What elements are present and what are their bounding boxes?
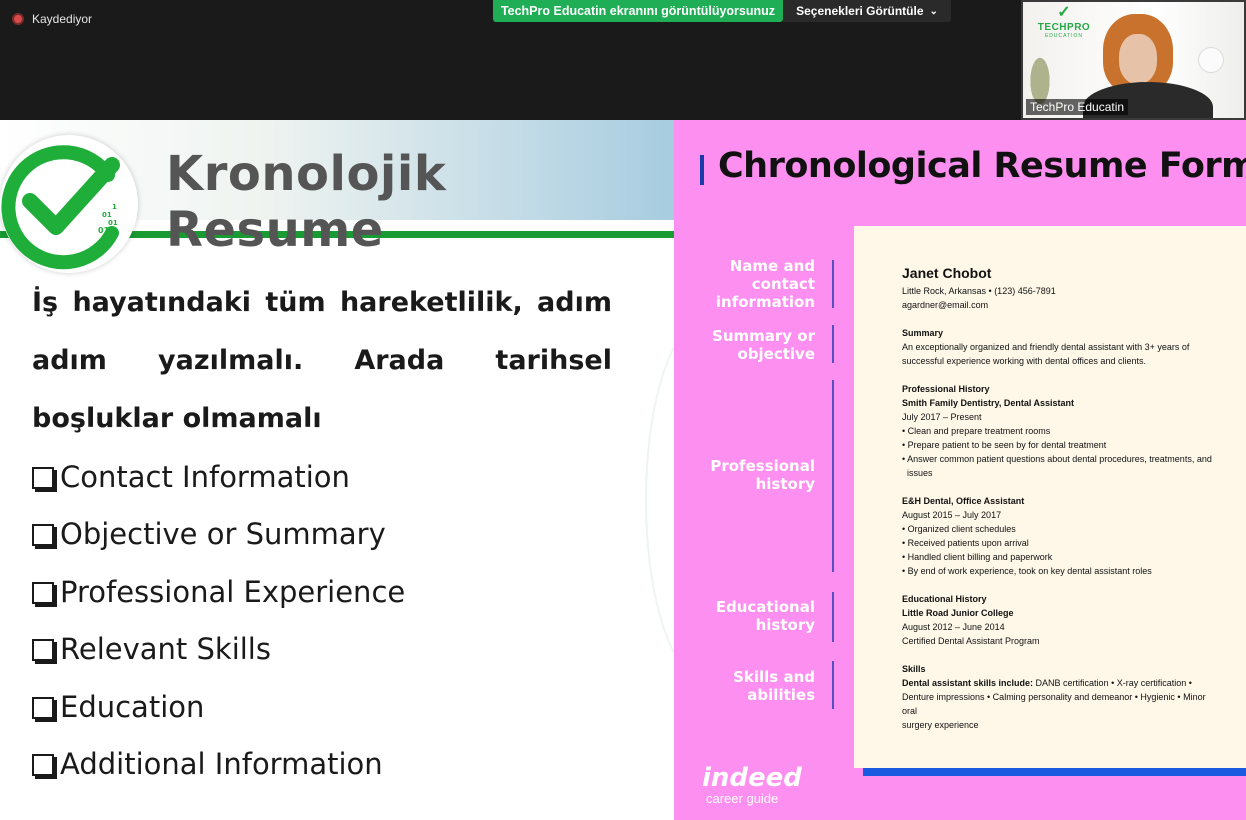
checkbox-icon [32, 696, 54, 719]
checklist-item: Objective or Summary [32, 506, 632, 564]
section-label-professional: Professional history [710, 457, 815, 493]
check-icon: ✓ [1057, 4, 1071, 21]
resume-section-checklist: Contact Information Objective or Summary… [32, 448, 632, 793]
checklist-label: Professional Experience [60, 574, 406, 609]
indeed-brand: indeed [702, 763, 802, 793]
resume-skills-line: Dental assistant skills include: DANB ce… [902, 676, 1222, 690]
logo-check [22, 157, 120, 235]
checkbox-icon [32, 524, 54, 547]
resume-prof-heading: Professional History [902, 384, 990, 394]
checklist-item: Additional Information [32, 736, 632, 794]
logo-line-2: EDUCATION [1044, 33, 1084, 39]
checklist-item: Professional Experience [32, 563, 632, 621]
recording-indicator[interactable]: Kaydediyor [12, 12, 92, 26]
resume-summary-heading: Summary [902, 328, 944, 338]
resume-bullet-cont: issues [907, 468, 933, 478]
resume-school: Little Road Junior College [902, 608, 1014, 618]
resume-edu-heading: Educational History [902, 594, 987, 604]
checklist-label: Education [60, 689, 205, 724]
resume-bullet: • Handled client billing and paperwork [902, 552, 1053, 562]
checklist-item: Education [32, 678, 632, 736]
screen-share-banner: TechPro Educatin ekranını görüntülüyorsu… [493, 0, 783, 22]
section-divider [832, 260, 834, 308]
resume-summary-line: An exceptionally organized and friendly … [902, 342, 1190, 352]
checkmark-logo-icon: 1 01 01 01 [1, 145, 120, 270]
checklist-label: Relevant Skills [60, 632, 271, 667]
techpro-logo: ✓ TECHPRO EDUCATION [1033, 4, 1095, 40]
lamp-decoration [1198, 47, 1224, 73]
section-divider [832, 592, 834, 642]
resume-email: agardner@email.com [902, 300, 989, 310]
resume-job-dates: July 2017 – Present [902, 412, 982, 422]
resume-address: Little Rock, Arkansas • (123) 456-7891 [902, 286, 1056, 296]
participant-video-tile[interactable]: ✓ TECHPRO EDUCATION TechPro Educatin [1021, 0, 1246, 120]
checkbox-icon [32, 754, 54, 777]
view-options-button[interactable]: Seçenekleri Görüntüle ⌄ [783, 0, 951, 22]
checklist-item: Relevant Skills [32, 621, 632, 679]
shared-slide: 1 01 01 01 Kronolojik Resume İş hayatınd… [0, 120, 1246, 820]
resume-skills-heading: Skills [902, 664, 926, 674]
checklist-label: Objective or Summary [60, 517, 386, 552]
resume-accent-bar [863, 768, 1246, 776]
resume-name: Janet Chobot [902, 265, 992, 281]
resume-bullet: • Answer common patient questions about … [902, 454, 1212, 464]
indeed-subtitle: career guide [706, 791, 779, 806]
section-label-education: Educational history [715, 598, 815, 634]
section-label-summary: Summary or objective [712, 327, 815, 363]
resume-summary-line: successful experience working with denta… [902, 356, 1146, 366]
resume-skills-line: surgery experience [902, 720, 979, 730]
checkbox-icon [32, 639, 54, 662]
resume-skills-lead: Dental assistant skills include: [902, 678, 1034, 688]
resume-bullet: • Clean and prepare treatment rooms [902, 426, 1051, 436]
resume-bullet: • Prepare patient to be seen by for dent… [902, 440, 1107, 450]
resume-bullet: • Organized client schedules [902, 524, 1016, 534]
section-label-name: Name and contact information [715, 257, 815, 311]
title-accent-bar [700, 155, 704, 185]
slide-left-panel: 1 01 01 01 Kronolojik Resume İş hayatınd… [0, 120, 765, 820]
resume-bullet: • By end of work experience, took on key… [902, 566, 1152, 576]
resume-job-dates: August 2015 – July 2017 [902, 510, 1002, 520]
section-divider [832, 325, 834, 363]
resume-edu-program: Certified Dental Assistant Program [902, 636, 1040, 646]
section-label-skills: Skills and abilities [733, 668, 815, 704]
record-icon [12, 13, 24, 25]
participant-face [1119, 34, 1157, 84]
resume-job-title: Smith Family Dentistry, Dental Assistant [902, 398, 1075, 408]
slide-body-text: İş hayatındaki tüm hareketlilik, adım ad… [32, 287, 612, 434]
chevron-down-icon: ⌄ [929, 5, 938, 17]
participant-name: TechPro Educatin [1026, 99, 1129, 115]
logo-digit: 01 [98, 226, 110, 235]
indeed-logo: indeed career guide [702, 764, 802, 806]
resume-form-title: Chronological Resume Form [718, 146, 1246, 186]
checklist-item: Contact Information [32, 448, 632, 506]
resume-job-title: E&H Dental, Office Assistant [902, 496, 1025, 506]
section-divider [832, 380, 834, 572]
recording-label: Kaydediyor [32, 12, 93, 26]
resume-edu-dates: August 2012 – June 2014 [902, 622, 1005, 632]
slide-right-panel: Chronological Resume Form Name and conta… [674, 120, 1246, 820]
checklist-label: Contact Information [60, 459, 350, 494]
logo-ring [1, 145, 119, 270]
slide-title: Kronolojik Resume [166, 146, 447, 258]
logo-line-1: TECHPRO [1037, 22, 1091, 33]
checklist-label: Additional Information [60, 747, 383, 782]
section-divider [832, 661, 834, 709]
resume-skills-line: Denture impressions • Calming personalit… [902, 692, 1206, 716]
logo-digit: 01 [108, 219, 118, 227]
checkbox-icon [32, 466, 54, 489]
resume-example: Janet Chobot Little Rock, Arkansas • (12… [854, 226, 1246, 768]
resume-bullet: • Received patients upon arrival [902, 538, 1029, 548]
checkbox-icon [32, 581, 54, 604]
logo-digit: 01 [102, 211, 112, 219]
view-options-label: Seçenekleri Görüntüle [796, 4, 924, 18]
logo-digit: 1 [112, 203, 117, 211]
resume-skills-text: DANB certification • X-ray certification… [1033, 678, 1192, 688]
